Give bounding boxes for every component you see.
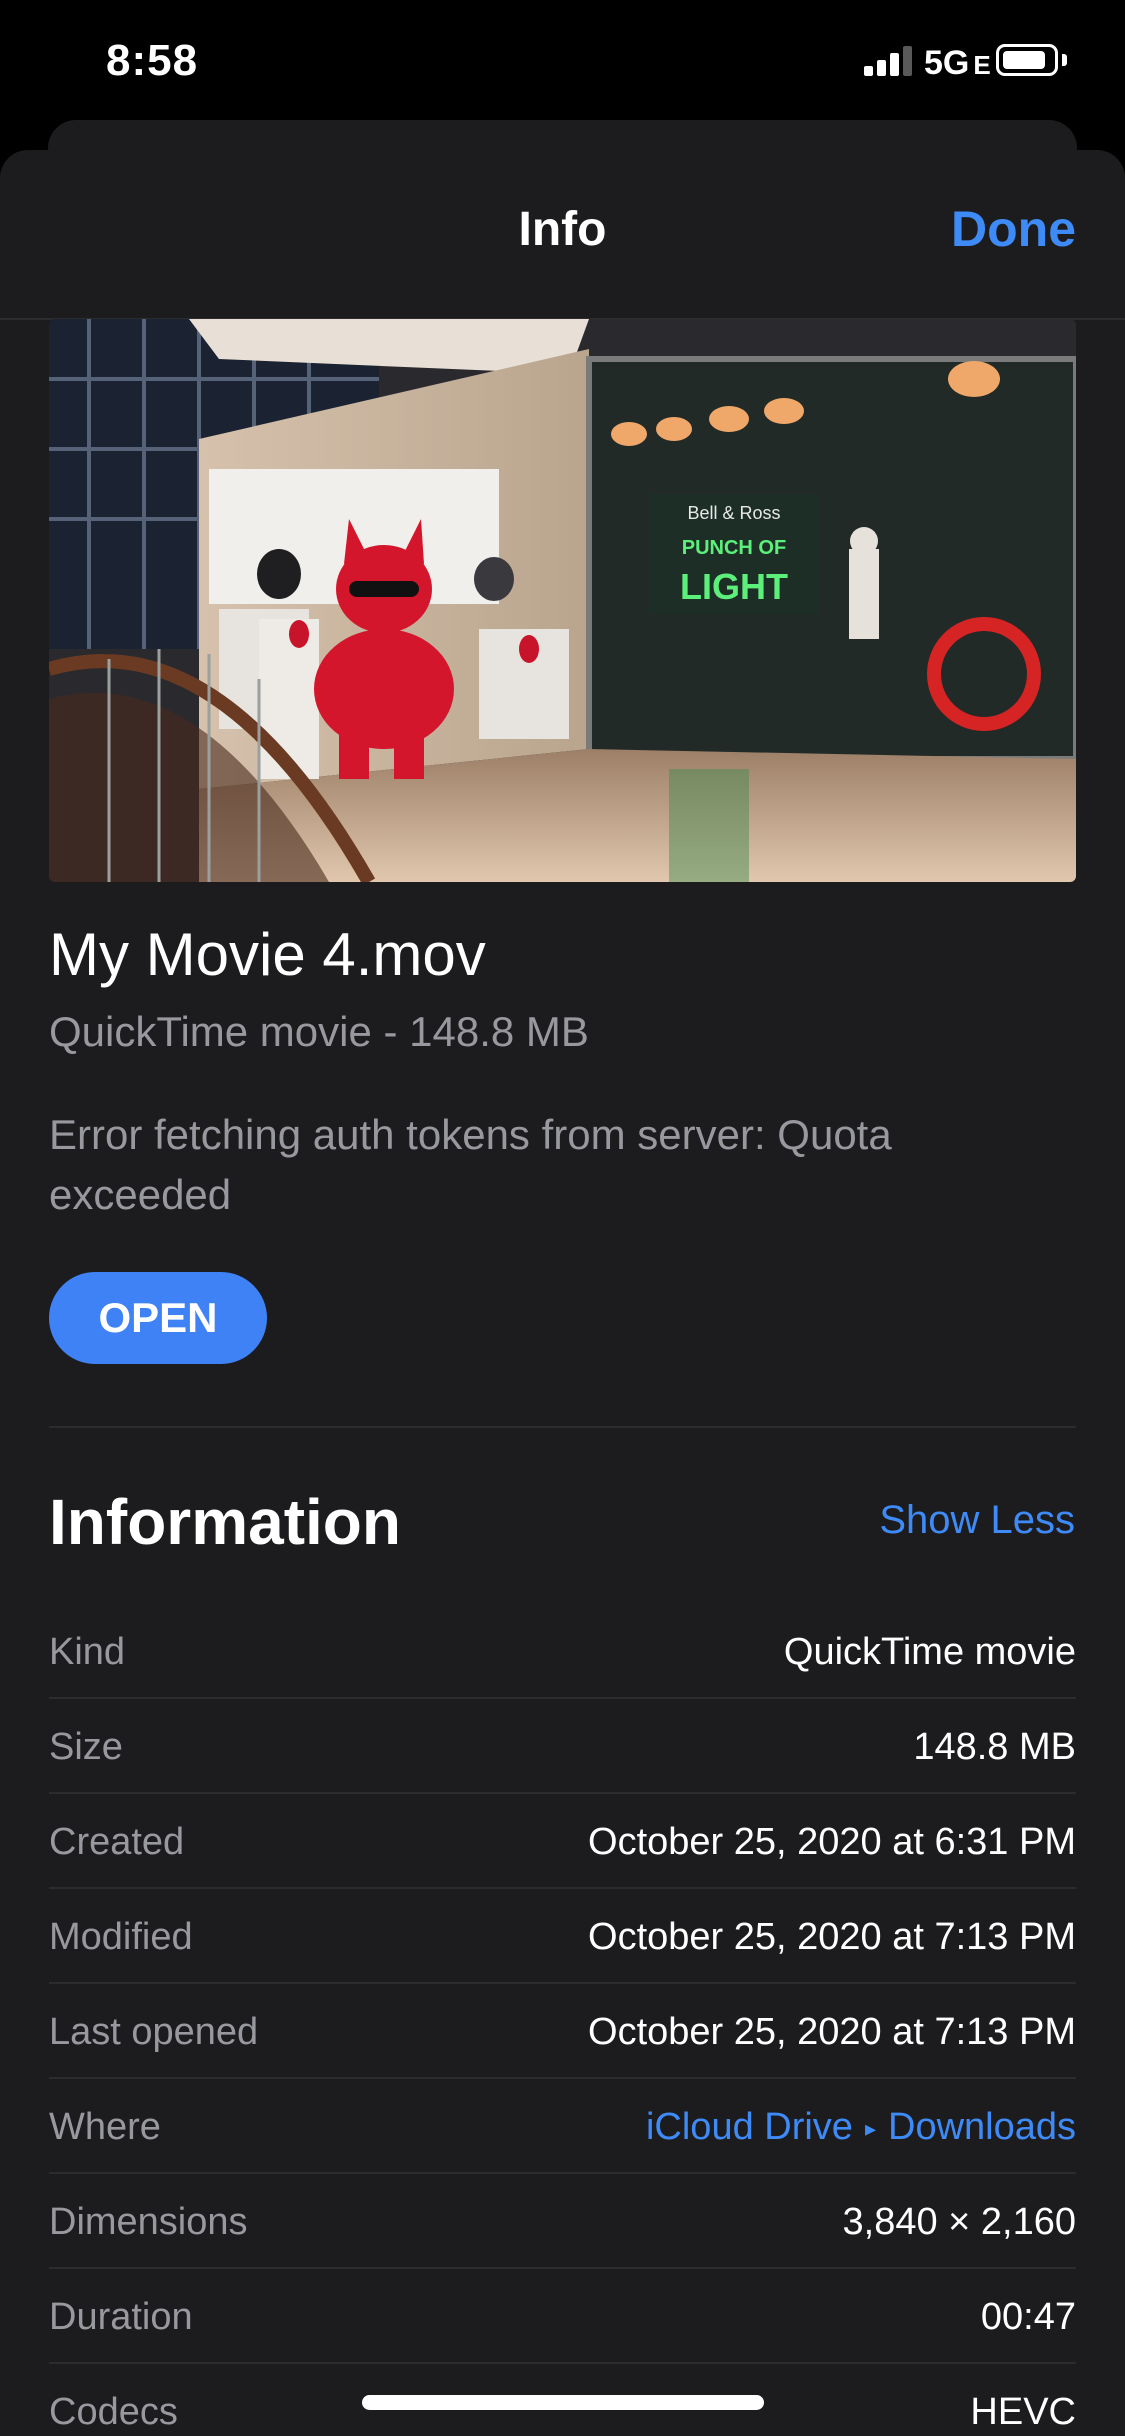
done-button[interactable]: Done [951,200,1076,258]
home-indicator[interactable] [362,2395,764,2410]
row-value: October 25, 2020 at 6:31 PM [588,1821,1076,1863]
row-label: Codecs [49,2391,178,2433]
location-path-link[interactable]: iCloud Drive ▸ Downloads [646,2106,1076,2149]
file-kind-size: QuickTime movie - 148.8 MB [49,1008,589,1055]
info-row-modified: Modified October 25, 2020 at 7:13 PM [49,1890,1076,1984]
svg-text:PUNCH OF: PUNCH OF [682,537,786,559]
row-value: 00:47 [980,2296,1076,2338]
status-bar: 8:58 5G E [0,0,1125,120]
row-value: 148.8 MB [913,1726,1076,1768]
info-row-created: Created October 25, 2020 at 6:31 PM [49,1795,1076,1889]
screen: 8:58 5G E Info Done Bell & Ross PUNCH OF… [0,0,1125,2436]
file-name: My Movie 4.mov [49,921,486,988]
row-value: October 25, 2020 at 7:13 PM [588,1916,1076,1958]
status-time: 8:58 [106,36,199,85]
row-label: Dimensions [49,2201,248,2243]
navigation-bar: Info Done [0,150,1125,320]
info-row-duration: Duration 00:47 [49,2270,1076,2364]
row-label: Where [49,2106,161,2148]
cellular-signal-icon [864,46,912,76]
info-row-dimensions: Dimensions 3,840 × 2,160 [49,2175,1076,2269]
show-less-button[interactable]: Show Less [879,1498,1075,1543]
row-value: October 25, 2020 at 7:13 PM [588,2011,1076,2053]
battery-icon [996,44,1058,76]
row-label: Last opened [49,2011,259,2053]
svg-text:Bell & Ross: Bell & Ross [687,503,780,523]
info-row-size: Size 148.8 MB [49,1700,1076,1794]
section-divider [49,1426,1076,1428]
row-label: Size [49,1726,123,1768]
info-row-last-opened: Last opened October 25, 2020 at 7:13 PM [49,1985,1076,2079]
information-heading: Information [49,1486,401,1558]
row-value: HEVC [970,2391,1076,2433]
network-indicator: 5G E [924,44,991,82]
row-label: Created [49,1821,185,1863]
open-button[interactable]: OPEN [49,1272,267,1364]
error-message: Error fetching auth tokens from server: … [49,1111,892,1218]
info-sheet: Info Done Bell & Ross PUNCH OF LIGHT My … [0,150,1125,2436]
row-label: Modified [49,1916,193,1958]
svg-text:LIGHT: LIGHT [680,566,788,607]
row-label: Kind [49,1631,126,1673]
path-arrow-icon: ▸ [864,2115,876,2141]
row-label: Duration [49,2296,193,2338]
info-row-kind: Kind QuickTime movie [49,1605,1076,1699]
row-value: QuickTime movie [783,1631,1076,1673]
info-row-where: Where iCloud Drive ▸ Downloads [49,2080,1076,2174]
row-value: 3,840 × 2,160 [842,2201,1077,2243]
battery-cap [1062,54,1067,66]
video-thumbnail: Bell & Ross PUNCH OF LIGHT [49,319,1076,882]
